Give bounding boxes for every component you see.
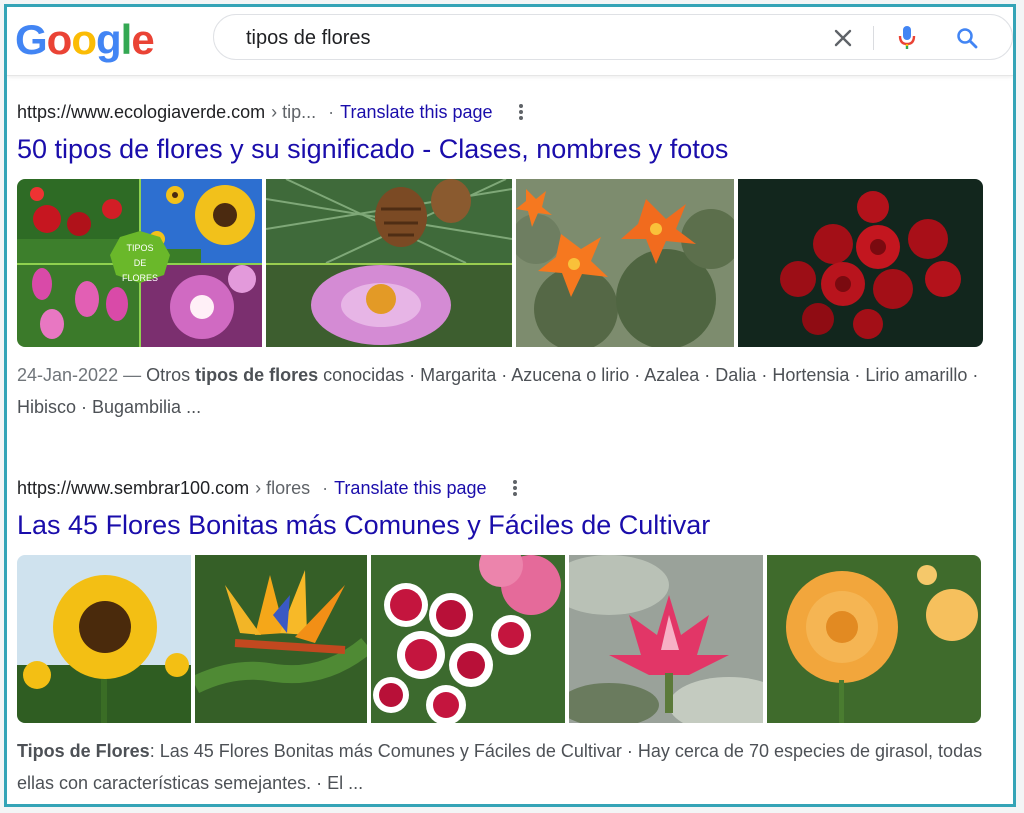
result-image-pinecone-dahlia[interactable] [266,179,512,347]
result-image-dahlia[interactable] [767,555,981,723]
result-image-roses[interactable] [737,179,983,347]
result-image-collage[interactable]: TIPOS DE FLORES [17,179,263,347]
result-breadcrumb: › flores [255,477,311,498]
search-header: Google [7,7,1013,76]
result-url-line: https://www.sembrar100.com › flores · Tr… [17,476,997,500]
snippet-highlight: tipos de flores [195,365,319,385]
collage-badge-text: TIPOS DE FLORES [121,243,158,283]
search-divider [873,26,874,50]
result-date: 24-Jan-2022 — [17,365,142,385]
result-image-bird-of-paradise[interactable] [195,555,367,723]
search-icon[interactable] [952,23,982,53]
search-box[interactable] [213,14,1013,60]
result-image-strip [17,555,981,723]
more-options-icon[interactable] [512,478,517,498]
result-site-url[interactable]: https://www.sembrar100.com [17,478,249,499]
result-image-cactus[interactable] [515,179,734,347]
result-image-sweet-william[interactable] [371,555,565,723]
close-icon[interactable] [828,23,858,53]
logo-letter: e [131,16,154,63]
translate-link[interactable]: Translate this page [340,102,492,123]
result-image-water-lily[interactable] [569,555,763,723]
google-logo[interactable]: Google [15,16,155,64]
result-url-line: https://www.ecologiaverde.com › tip... ·… [17,100,997,124]
result-title-link[interactable]: 50 tipos de flores y su significado - Cl… [17,134,997,165]
mic-icon[interactable] [892,23,922,53]
translate-link[interactable]: Translate this page [334,478,486,499]
search-input[interactable] [244,24,808,52]
logo-letter: g [95,16,122,63]
logo-letter: o [46,16,73,63]
result-snippet: Tipos de Flores: Las 45 Flores Bonitas m… [17,741,983,793]
result-snippet: 24-Jan-2022 — Otros tipos de flores cono… [17,365,979,417]
logo-letter: G [15,16,48,63]
result-site-url[interactable]: https://www.ecologiaverde.com [17,102,265,123]
separator-dot: · [328,101,335,122]
search-result-2: https://www.sembrar100.com › flores · Tr… [17,476,997,799]
result-image-strip: TIPOS DE FLORES [17,179,983,347]
logo-letter: l [120,16,133,63]
result-image-sunflower[interactable] [17,555,191,723]
snippet-highlight: Tipos de Flores [17,741,150,761]
separator-dot: · [322,477,329,498]
result-breadcrumb: › tip... [271,101,317,122]
more-options-icon[interactable] [518,102,523,122]
result-title-link[interactable]: Las 45 Flores Bonitas más Comunes y Fáci… [17,510,997,541]
logo-letter: o [71,16,97,63]
browser-frame: Google https://www.ecologiav [4,4,1016,807]
search-result-1: https://www.ecologiaverde.com › tip... ·… [17,100,997,423]
